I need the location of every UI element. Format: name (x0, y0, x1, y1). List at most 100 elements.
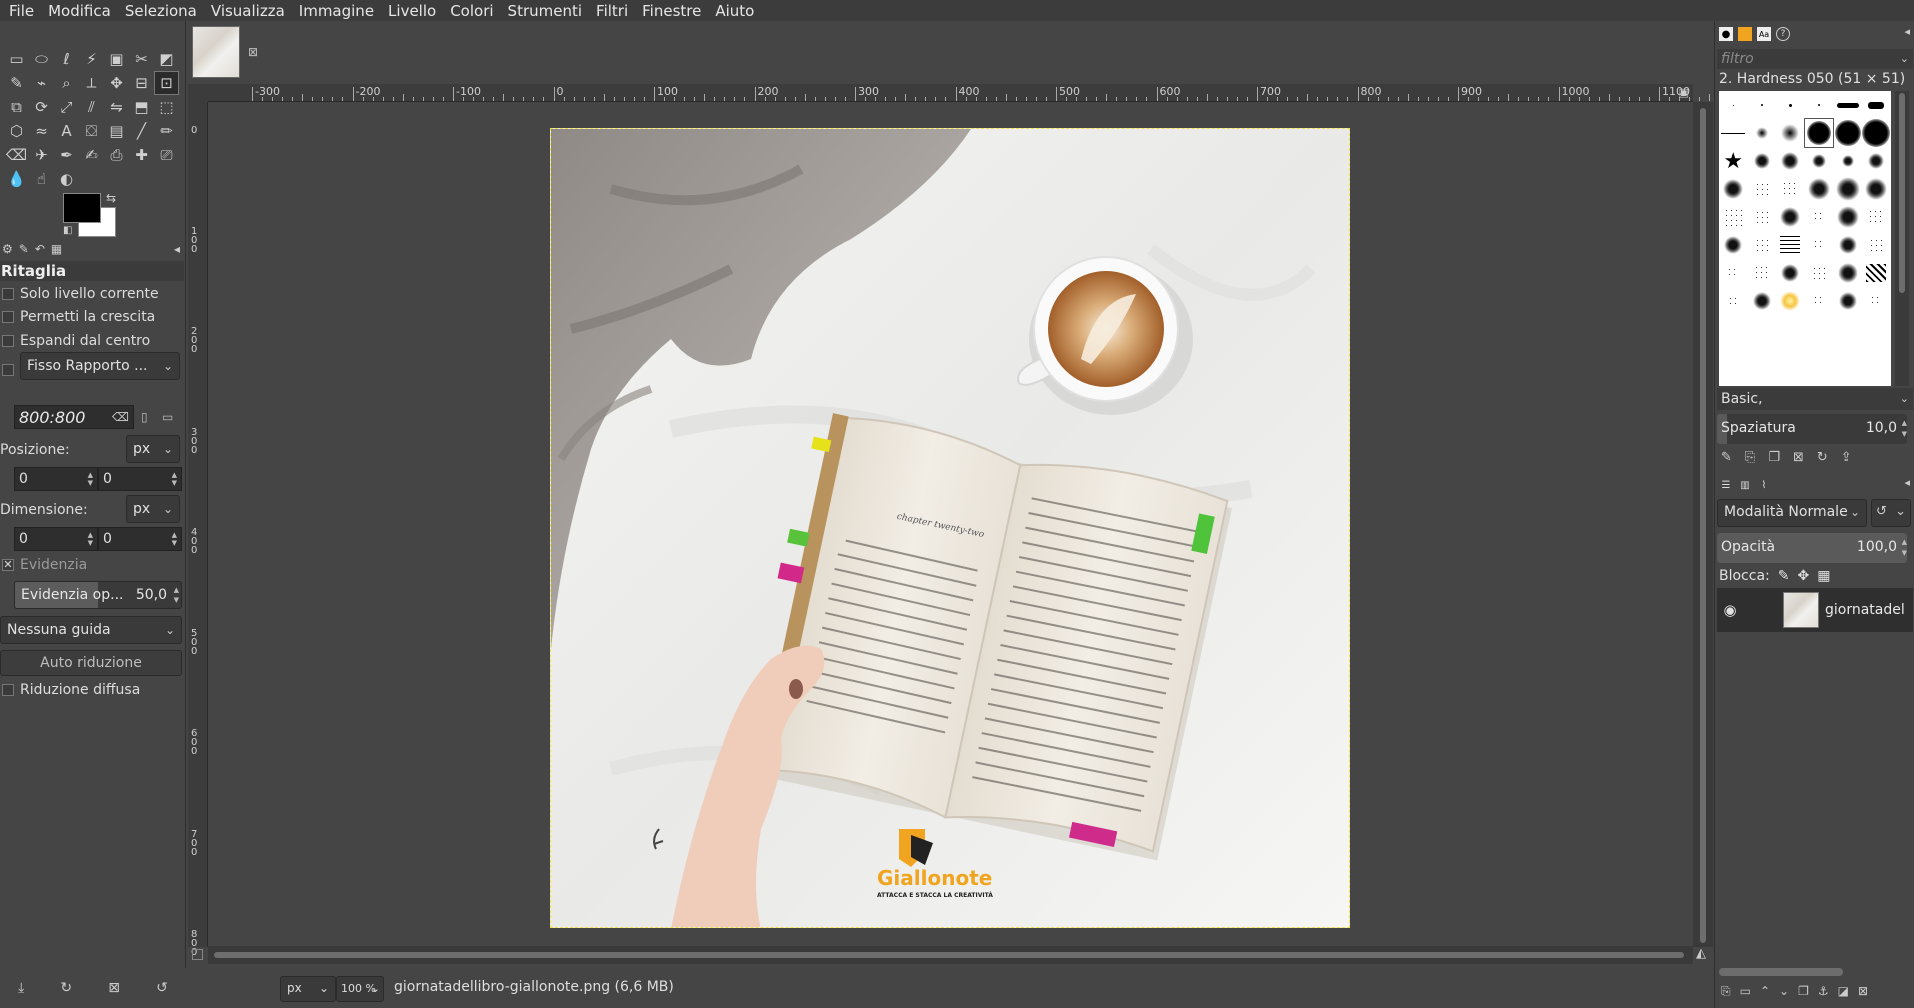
layers-scrollbar[interactable] (1719, 968, 1843, 976)
zoom-icon[interactable]: ⌕ (54, 71, 79, 95)
spin-arrows-icon[interactable]: ▲ ▼ (1902, 418, 1907, 440)
brush-preset[interactable] (1833, 203, 1862, 231)
spin-arrows-icon[interactable]: ▲ ▼ (172, 531, 177, 547)
patterns-tab-icon[interactable]: ■ (1738, 27, 1752, 41)
swap-colors-icon[interactable]: ⇆ (106, 191, 116, 205)
portrait-icon[interactable]: ▯ (141, 410, 148, 424)
brush-preset[interactable] (1719, 231, 1748, 259)
lock-alpha-icon[interactable]: ▦ (1817, 568, 1830, 584)
quick-mask-toggle[interactable] (192, 949, 203, 960)
brush-preset[interactable] (1719, 119, 1748, 147)
brush-scrollbar[interactable] (1895, 91, 1909, 386)
mypaint-icon[interactable]: ✍ (79, 143, 104, 167)
menu-layer[interactable]: Livello (381, 1, 443, 21)
edit-brush-icon[interactable]: ✎ (1721, 450, 1732, 468)
clear-entry-icon[interactable]: ⌫ (112, 410, 129, 424)
menu-help[interactable]: Aiuto (708, 1, 761, 21)
clone-icon[interactable]: ⎙ (104, 143, 129, 167)
delete-brush-icon[interactable]: ⊠ (1793, 450, 1804, 468)
undo-history-tab-icon[interactable]: ↶ (35, 242, 45, 256)
brush-preset[interactable] (1719, 175, 1748, 203)
unified-transform-icon[interactable]: ⧉ (4, 95, 29, 119)
dock-config-icon[interactable]: ◂ (1904, 476, 1910, 489)
dodge-burn-icon[interactable]: ◐ (54, 167, 79, 191)
fonts-tab-icon[interactable]: Aa (1757, 27, 1771, 41)
layer-opacity-slider[interactable]: Opacità 100,0 ▲ ▼ (1717, 533, 1907, 563)
navigate-icon[interactable]: ◭ (1696, 946, 1706, 961)
menu-file[interactable]: File (2, 1, 41, 21)
airbrush-icon[interactable]: ✈ (29, 143, 54, 167)
brush-preset[interactable] (1748, 91, 1777, 119)
image-tab-thumbnail[interactable] (192, 26, 240, 78)
vertical-ruler[interactable]: 0 100 200 300 400 500 600 700 800 (188, 102, 208, 958)
brush-preset[interactable] (1805, 287, 1834, 315)
default-colors-icon[interactable]: ◧ (63, 225, 72, 236)
menu-colors[interactable]: Colori (443, 1, 500, 21)
spin-arrows-icon[interactable]: ▲ ▼ (172, 471, 177, 487)
brush-preset[interactable] (1776, 119, 1805, 147)
reset-tool-icon[interactable]: ↺ (156, 980, 168, 996)
cage-icon[interactable]: ⬡ (4, 119, 29, 143)
menu-image[interactable]: Immagine (292, 1, 381, 21)
spin-arrows-icon[interactable]: ▲ ▼ (88, 531, 93, 547)
brush-preset[interactable]: ★ (1719, 147, 1748, 175)
brush-preset[interactable] (1862, 203, 1891, 231)
auto-shrink-button[interactable]: Auto riduzione (0, 650, 182, 676)
images-tab-icon[interactable]: ▦ (51, 242, 62, 256)
fuzzy-select-icon[interactable]: ⚡ (79, 47, 104, 71)
scale-icon[interactable]: ⤢ (54, 95, 79, 119)
spin-arrows-icon[interactable]: ▲ ▼ (1902, 537, 1907, 559)
ratio-entry[interactable]: 800:800 ⌫ (14, 405, 134, 429)
horizontal-ruler[interactable]: ▣ -300 -200 -100 0 100 200 300 400 500 600 700 800 9… (208, 84, 1751, 102)
spin-arrows-icon[interactable]: ▲ ▼ (88, 471, 93, 487)
crop-icon[interactable]: ⊡ (154, 71, 179, 95)
perspective-clone-icon[interactable]: ⎚ (154, 143, 179, 167)
foreground-color-swatch[interactable] (63, 193, 101, 223)
device-status-tab-icon[interactable]: ✎ (19, 242, 29, 256)
spin-arrows-icon[interactable]: ▲ ▼ (174, 585, 179, 605)
brush-preset[interactable] (1862, 287, 1891, 315)
ink-icon[interactable]: ✒ (54, 143, 79, 167)
position-unit-combo[interactable]: px ⌄ (126, 435, 180, 463)
size-w-input[interactable]: 0 ▲ ▼ (14, 527, 98, 551)
brush-preset[interactable] (1776, 147, 1805, 175)
brush-preset[interactable] (1805, 147, 1834, 175)
brush-preset[interactable] (1805, 231, 1834, 259)
delete-tool-preset-icon[interactable]: ⊠ (108, 980, 120, 996)
refresh-brushes-icon[interactable]: ↻ (1817, 450, 1828, 468)
current-layer-only-checkbox[interactable] (2, 288, 14, 300)
brush-preset[interactable] (1719, 203, 1748, 231)
layer-mask-icon[interactable]: ◪ (1838, 984, 1849, 999)
3d-transform-icon[interactable]: ⬚ (154, 95, 179, 119)
warp-icon[interactable]: ≈ (29, 119, 54, 143)
layer-name[interactable]: giornatadellibro-giallonote.png (1825, 602, 1905, 618)
gradient-icon[interactable]: ▤ (104, 119, 129, 143)
paintbrush-icon[interactable]: ╱ (129, 119, 154, 143)
heal-icon[interactable]: ✚ (129, 143, 154, 167)
position-x-input[interactable]: 0 ▲ ▼ (14, 467, 98, 491)
bucket-fill-icon[interactable]: ⛋ (79, 119, 104, 143)
size-unit-combo[interactable]: px ⌄ (126, 495, 180, 523)
align-icon[interactable]: ⊟ (129, 71, 154, 95)
highlight-checkbox[interactable]: ✕ (2, 559, 14, 571)
brush-preset[interactable] (1748, 147, 1777, 175)
pencil-icon[interactable]: ✏ (154, 119, 179, 143)
brush-preset[interactable] (1862, 231, 1891, 259)
brush-preset[interactable] (1748, 259, 1777, 287)
menu-select[interactable]: Seleziona (118, 1, 204, 21)
scrollbar-thumb[interactable] (214, 952, 1684, 958)
brush-preset[interactable] (1833, 231, 1862, 259)
duplicate-brush-icon[interactable]: ❐ (1768, 450, 1780, 468)
expand-from-center-checkbox[interactable] (2, 335, 14, 347)
current-layer-only-option[interactable]: Solo livello corrente (2, 284, 159, 304)
expand-from-center-option[interactable]: Espandi dal centro (2, 331, 150, 351)
brush-preset[interactable] (1862, 175, 1891, 203)
brush-preset[interactable] (1833, 119, 1862, 147)
flip-icon[interactable]: ⇋ (104, 95, 129, 119)
layer-mode-combo[interactable]: Modalità Normale ⌄ (1717, 499, 1867, 527)
brush-grid[interactable]: ★ (1719, 91, 1891, 386)
brush-preset[interactable] (1776, 287, 1805, 315)
layer-composite-combo[interactable]: ↺ ⌄ (1871, 499, 1911, 527)
brush-preset[interactable] (1776, 203, 1805, 231)
menu-view[interactable]: Visualizza (204, 1, 292, 21)
